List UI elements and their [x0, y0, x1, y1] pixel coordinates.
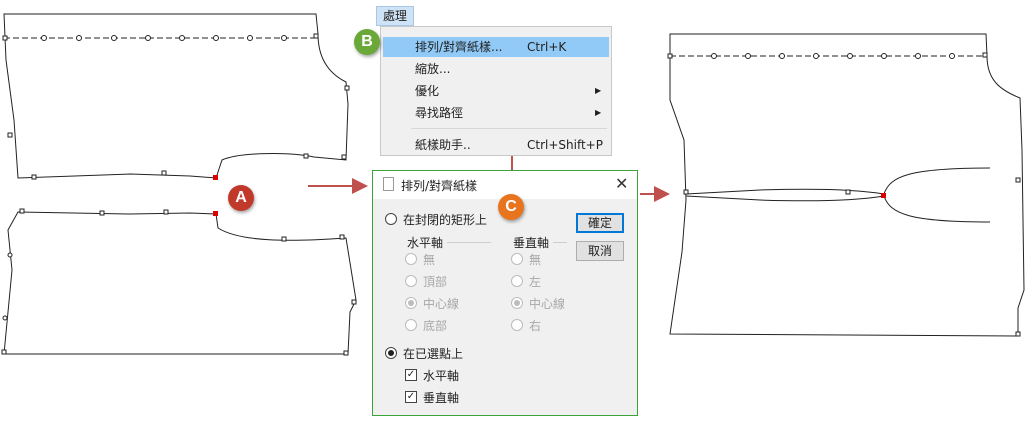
horizontal-axis-group-label: 水平軸	[407, 236, 444, 250]
menu-tab-process[interactable]: 處理	[376, 6, 414, 26]
dialog-title: 排列/對齊紙樣	[401, 179, 478, 193]
radio-v-left[interactable]	[511, 275, 523, 287]
menu-item-pattern-assistant[interactable]: 紙樣助手.. Ctrl+Shift+P	[383, 135, 609, 155]
menu-item-shortcut: Ctrl+Shift+P	[527, 138, 603, 152]
radio-selected-points[interactable]	[385, 347, 397, 359]
menu-item-find-path[interactable]: 尋找路徑 ▶	[383, 103, 609, 123]
radio-h-center-label: 中心線	[423, 297, 460, 311]
radio-v-right[interactable]	[511, 319, 523, 331]
submenu-arrow-icon: ▶	[595, 108, 602, 117]
menu-item-label: 排列/對齊紙樣...	[415, 40, 503, 54]
radio-h-bottom-label: 底部	[423, 319, 448, 333]
radio-h-none-label: 無	[423, 253, 436, 267]
pattern-piece-bottom-left-nodes	[1, 208, 357, 356]
radio-h-none[interactable]	[405, 253, 417, 265]
radio-v-center-label: 中心線	[529, 297, 566, 311]
radio-closed-rect-label: 在封閉的矩形上	[403, 213, 488, 227]
radio-h-top[interactable]	[405, 275, 417, 287]
divider	[447, 242, 491, 243]
radio-dot	[408, 300, 414, 306]
vertical-axis-group-label: 垂直軸	[513, 236, 550, 250]
radio-v-none-label: 無	[529, 253, 542, 267]
pattern-piece-result-nodes	[667, 52, 1021, 337]
pattern-piece-top-left-nodes	[2, 33, 350, 180]
menu-item-label: 尋找路徑	[415, 106, 464, 120]
selected-point-result	[881, 193, 886, 198]
radio-v-right-label: 右	[529, 319, 542, 333]
radio-v-left-label: 左	[529, 275, 542, 289]
checkbox-vertical-label: 垂直軸	[423, 391, 460, 405]
radio-h-center[interactable]	[405, 297, 417, 309]
menu-item-arrange-align[interactable]: 排列/對齊紙樣... Ctrl+K	[383, 37, 609, 57]
menu-item-label: 縮放...	[415, 62, 451, 76]
radio-v-none[interactable]	[511, 253, 523, 265]
pattern-piece-bottom-left	[3, 211, 357, 355]
menu-item-optimize[interactable]: 優化 ▶	[383, 81, 609, 101]
submenu-arrow-icon: ▶	[595, 86, 602, 95]
process-menu: 排列/對齊紙樣... Ctrl+K 縮放... 優化 ▶ 尋找路徑 ▶ 紙樣助手…	[380, 26, 612, 156]
menu-item-scale[interactable]: 縮放...	[383, 59, 609, 79]
selected-point-top	[213, 175, 218, 180]
menu-item-label: 紙樣助手..	[415, 138, 471, 152]
pattern-piece-top-left	[3, 13, 349, 179]
step-badge-a: A	[228, 185, 254, 211]
step-badge-c: C	[498, 194, 524, 220]
radio-dot	[388, 350, 394, 356]
checkbox-vertical[interactable]: ✓	[405, 391, 417, 403]
menu-item-shortcut: Ctrl+K	[527, 40, 567, 54]
radio-dot	[514, 300, 520, 306]
selected-point-bottom	[213, 211, 218, 216]
divider	[553, 242, 567, 243]
pattern-piece-result	[669, 33, 1025, 337]
checkbox-horizontal-label: 水平軸	[423, 369, 460, 383]
close-icon[interactable]: ✕	[615, 174, 628, 193]
radio-h-bottom[interactable]	[405, 319, 417, 331]
checkbox-horizontal[interactable]: ✓	[405, 369, 417, 381]
radio-v-center[interactable]	[511, 297, 523, 309]
document-icon	[383, 177, 394, 191]
cancel-button[interactable]: 取消	[576, 241, 624, 261]
menu-item-label: 優化	[415, 84, 440, 98]
ok-button[interactable]: 確定	[576, 213, 624, 233]
radio-closed-rect[interactable]	[385, 213, 397, 225]
step-badge-b: B	[354, 29, 380, 55]
radio-h-top-label: 頂部	[423, 275, 448, 289]
radio-selected-points-label: 在已選點上	[403, 347, 464, 361]
menu-separator	[411, 128, 607, 129]
